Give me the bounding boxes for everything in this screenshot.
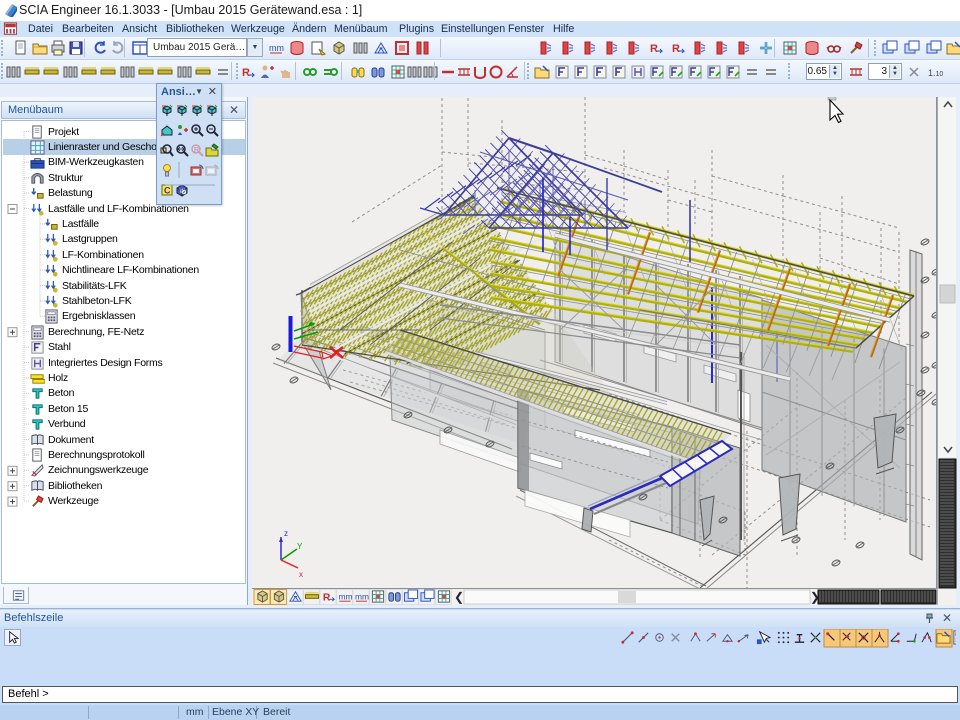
svg-text:mm: mm: [355, 591, 369, 601]
svg-text:R: R: [323, 592, 331, 603]
svg-text:C: C: [164, 186, 171, 196]
svg-text:z: z: [284, 529, 288, 538]
svg-text:x: x: [299, 570, 303, 579]
svg-text:R: R: [194, 147, 199, 154]
svg-text:mm: mm: [338, 591, 352, 601]
svg-text:Y: Y: [297, 542, 303, 551]
svg-text:❮: ❮: [454, 590, 464, 604]
